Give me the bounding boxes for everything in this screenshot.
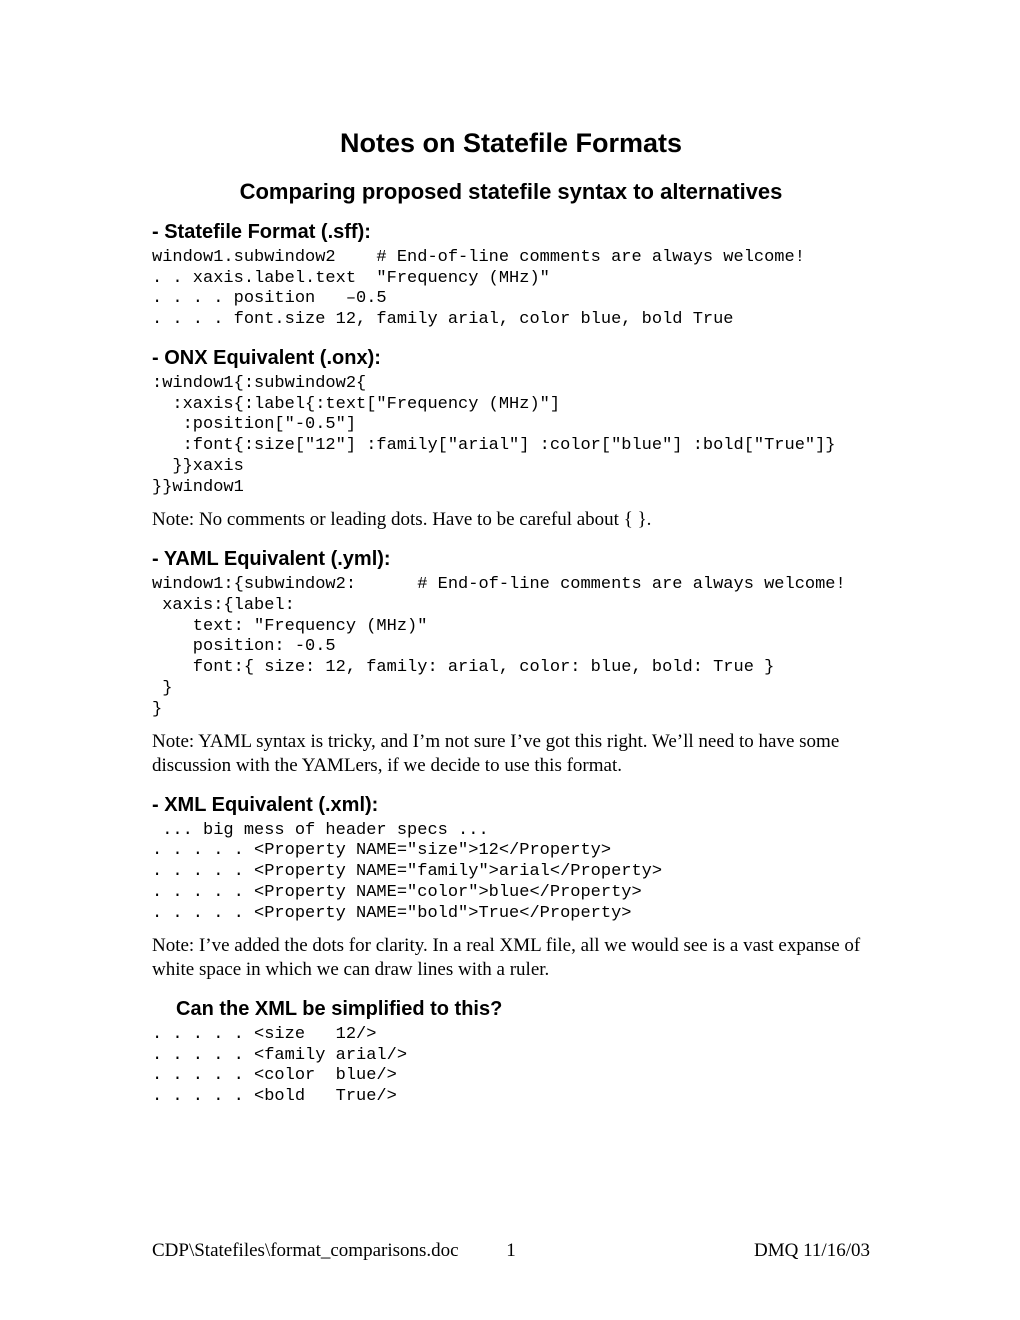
code-block-sff: window1.subwindow2 # End-of-line comment… — [152, 248, 870, 331]
footer-author-date: DMQ 11/16/03 — [754, 1240, 870, 1262]
footer-path: CDP\Statefiles\format_comparisons.doc — [152, 1240, 459, 1262]
section-heading-onx: - ONX Equivalent (.onx): — [152, 347, 870, 370]
section-heading-xml-simplified: Can the XML be simplified to this? — [176, 998, 870, 1021]
page-subtitle: Comparing proposed statefile syntax to a… — [152, 179, 870, 205]
note-xml: Note: I’ve added the dots for clarity. I… — [152, 934, 870, 982]
code-block-xml-simplified: . . . . . <size 12/> . . . . . <family a… — [152, 1025, 870, 1108]
note-onx: Note: No comments or leading dots. Have … — [152, 508, 870, 532]
code-block-yaml: window1:{subwindow2: # End-of-line comme… — [152, 575, 870, 720]
note-yaml: Note: YAML syntax is tricky, and I’m not… — [152, 730, 870, 778]
code-block-xml: ... big mess of header specs ... . . . .… — [152, 821, 870, 925]
document-page: Notes on Statefile Formats Comparing pro… — [0, 0, 1020, 1320]
page-footer: CDP\Statefiles\format_comparisons.doc 1 … — [152, 1240, 870, 1262]
section-heading-yaml: - YAML Equivalent (.yml): — [152, 548, 870, 571]
section-heading-xml: - XML Equivalent (.xml): — [152, 794, 870, 817]
section-heading-sff: - Statefile Format (.sff): — [152, 221, 870, 244]
page-title: Notes on Statefile Formats — [152, 128, 870, 159]
code-block-onx: :window1{:subwindow2{ :xaxis{:label{:tex… — [152, 374, 870, 498]
